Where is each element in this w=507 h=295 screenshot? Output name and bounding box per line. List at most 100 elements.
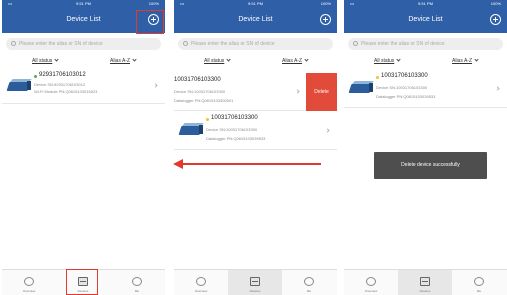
search-placeholder: Please enter the alias or SN of device	[19, 41, 103, 47]
search-input[interactable]: Please enter the alias or SN of device	[178, 38, 333, 50]
search-placeholder: Please enter the alias or SN of device	[191, 41, 275, 47]
add-device-button[interactable]	[320, 14, 331, 25]
home-icon	[366, 277, 376, 286]
tab-devices[interactable]: Devices	[398, 270, 452, 295]
device-list-item-swiped[interactable]: 10031706103300 Device SN:10031706103300 …	[174, 73, 306, 111]
status-battery: 100%	[490, 1, 501, 6]
search-input[interactable]: Please enter the alias or SN of device	[348, 38, 503, 50]
status-filter[interactable]: All status	[32, 57, 59, 64]
add-device-button[interactable]	[490, 14, 501, 25]
device-sn-title: 10031706103300	[174, 77, 221, 83]
person-icon	[132, 277, 142, 286]
warning-status-dot	[376, 76, 379, 79]
chevron-down-icon	[396, 57, 401, 62]
chevron-down-icon	[474, 57, 479, 62]
tab-overview[interactable]: Overview	[344, 270, 398, 295]
device-list-screen-1: ••• 9:51 PM 100% Device List Please ente…	[2, 0, 165, 295]
search-placeholder: Please enter the alias or SN of device	[361, 41, 445, 47]
bottom-tab-bar: Overview Devices Me	[174, 269, 337, 295]
tab-overview[interactable]: Overview	[2, 270, 56, 295]
chevron-right-icon	[325, 128, 330, 133]
status-bar: ••• 9:51 PM 100%	[344, 1, 507, 8]
chevron-down-icon	[132, 57, 137, 62]
devices-tab-highlight	[66, 269, 98, 295]
online-status-dot	[34, 75, 37, 78]
datalogger-pn-line: Datalogger PN:Q0815103039533	[206, 136, 266, 141]
search-icon	[183, 41, 188, 46]
datalogger-pn-line: Datalogger PN:Q0815103039533	[376, 94, 436, 99]
tab-me[interactable]: Me	[282, 270, 336, 295]
tab-label: Overview	[364, 289, 378, 293]
status-filter-label: All status	[374, 58, 395, 64]
tab-devices[interactable]: Devices	[228, 270, 282, 295]
sort-filter-label: Alias A-Z	[282, 58, 303, 64]
home-icon	[196, 277, 206, 286]
search-input[interactable]: Please enter the alias or SN of device	[6, 38, 161, 50]
device-sn-line: Device SN:10031706103300	[174, 89, 226, 94]
status-filter[interactable]: All status	[374, 57, 401, 64]
status-filter-label: All status	[204, 58, 225, 64]
device-sn-line: Device SN:10031706103300	[206, 127, 258, 132]
tab-label: Devices	[419, 289, 431, 293]
chevron-right-icon	[495, 86, 500, 91]
page-title: Device List	[408, 16, 443, 23]
warning-status-dot	[206, 118, 209, 121]
device-list-item[interactable]: 10031706103300 Device SN:10031706103300 …	[174, 112, 337, 150]
bottom-tab-bar: Overview Devices Me	[344, 269, 507, 295]
device-list-item[interactable]: 10031706103300 Device SN:10031706103300 …	[344, 70, 507, 108]
tab-label: Me	[134, 289, 140, 293]
add-button-highlight	[136, 10, 164, 34]
tab-me[interactable]: Me	[452, 270, 506, 295]
module-pn-line: Wi-Fi Module PN:Q0815103016523	[34, 89, 98, 94]
status-bar: ••• 9:51 PM 100%	[2, 1, 165, 8]
app-header: ••• 9:51 PM 100% Device List	[344, 0, 507, 33]
device-list-screen-2: ••• 9:51 PM 100% Device List Please ente…	[174, 0, 337, 295]
chevron-down-icon	[304, 57, 309, 62]
search-icon	[353, 41, 358, 46]
device-sn-title: 10031706103300	[211, 115, 258, 121]
chevron-down-icon	[226, 57, 231, 62]
status-time: 9:51 PM	[418, 1, 433, 6]
status-filter-label: All status	[32, 58, 53, 64]
status-time: 9:51 PM	[248, 1, 263, 6]
status-battery: 100%	[148, 1, 159, 6]
filter-bar: All status Alias A-Z	[344, 57, 507, 66]
device-sn-title: 10031706103300	[381, 73, 428, 79]
home-icon	[24, 277, 34, 286]
device-list-icon	[420, 277, 430, 286]
sort-filter-label: Alias A-Z	[452, 58, 473, 64]
person-icon	[304, 277, 314, 286]
chevron-right-icon	[295, 89, 300, 94]
device-list-screen-3: ••• 9:51 PM 100% Device List Please ente…	[344, 0, 507, 295]
tab-label: Me	[476, 289, 482, 293]
tab-label: Overview	[194, 289, 208, 293]
device-sn-title: 92931706103012	[39, 72, 86, 78]
sort-filter[interactable]: Alias A-Z	[110, 57, 137, 64]
tab-me[interactable]: Me	[110, 270, 164, 295]
tab-overview[interactable]: Overview	[174, 270, 228, 295]
swipe-left-arrow-icon	[173, 159, 321, 169]
sort-filter[interactable]: Alias A-Z	[282, 57, 309, 64]
status-filter[interactable]: All status	[204, 57, 231, 64]
sort-filter[interactable]: Alias A-Z	[452, 57, 479, 64]
datalogger-pn-line: Datalogger PN:Q0815103300001	[174, 98, 234, 103]
tab-label: Devices	[249, 289, 261, 293]
filter-bar: All status Alias A-Z	[2, 57, 165, 66]
device-list-icon	[250, 277, 260, 286]
app-header: ••• 9:51 PM 100% Device List	[174, 0, 337, 33]
tab-label: Overview	[22, 289, 36, 293]
chevron-down-icon	[54, 57, 59, 62]
delete-button[interactable]: Delete	[306, 73, 337, 111]
toast-message: Delete device successfully	[374, 152, 487, 179]
search-icon	[11, 41, 16, 46]
device-sn-line: Device SN:10031706103300	[376, 85, 428, 90]
status-time: 9:51 PM	[76, 1, 91, 6]
sort-filter-label: Alias A-Z	[110, 58, 131, 64]
filter-bar: All status Alias A-Z	[174, 57, 337, 66]
status-battery: 100%	[320, 1, 331, 6]
device-list-item[interactable]: 92931706103012 Device SN:92931706103012 …	[2, 70, 165, 104]
person-icon	[474, 277, 484, 286]
tab-label: Me	[306, 289, 312, 293]
page-title: Device List	[238, 16, 273, 23]
device-sn-line: Device SN:92931706103012	[34, 82, 86, 87]
